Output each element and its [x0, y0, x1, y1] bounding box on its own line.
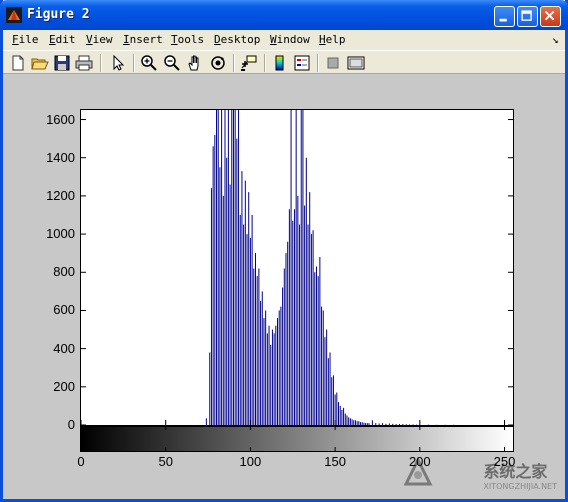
x-tick-label: 50 [158, 454, 173, 469]
colorbar-icon[interactable] [271, 54, 289, 72]
maximize-icon [521, 10, 532, 21]
legend-icon[interactable] [293, 54, 311, 72]
x-tick-label: 100 [239, 454, 262, 469]
data-cursor-icon[interactable] [240, 54, 258, 72]
dock-arrow-icon[interactable]: ↘ [552, 33, 559, 46]
close-button[interactable] [540, 6, 561, 27]
y-tick-label: 0 [67, 417, 75, 432]
y-tick-label: 200 [53, 378, 75, 394]
figure-canvas[interactable]: 系统之家 XITONGZHIJIA.NET 0 200 400 600 800 1000 1… [3, 74, 565, 499]
histogram-plot [80, 110, 513, 451]
print-icon[interactable] [75, 54, 93, 72]
menu-help[interactable]: Help [319, 33, 346, 46]
hide-plot-tools-icon[interactable] [324, 54, 342, 72]
menu-bar: File Edit View Insert Tools Desktop Wind… [3, 30, 565, 50]
toolbar-separator [133, 54, 135, 72]
y-tick-label: 600 [53, 302, 75, 318]
menu-tools[interactable]: Tools [171, 33, 204, 46]
toolbar-separator [317, 54, 319, 72]
toolbar-separator [264, 54, 266, 72]
maximize-button[interactable] [517, 6, 538, 27]
new-file-icon[interactable] [9, 54, 27, 72]
toolbar-separator [233, 54, 235, 72]
close-icon [544, 10, 555, 21]
y-tick-label: 1200 [46, 187, 75, 203]
pan-hand-icon[interactable] [186, 54, 204, 72]
menu-edit[interactable]: Edit [49, 33, 76, 46]
title-bar[interactable]: Figure 2 [0, 0, 568, 30]
matlab-logo-icon [6, 7, 22, 23]
menu-window[interactable]: Window [270, 33, 310, 46]
save-icon[interactable] [53, 54, 71, 72]
zoom-in-icon[interactable] [140, 54, 158, 72]
toolbar-separator [100, 54, 102, 72]
y-tick-label: 400 [53, 340, 75, 356]
rotate-3d-icon[interactable] [209, 54, 227, 72]
window-title: Figure 2 [27, 7, 90, 22]
x-tick-label: 250 [493, 454, 516, 469]
minimize-icon [499, 18, 507, 22]
minimize-button[interactable] [494, 6, 515, 27]
zoom-out-icon[interactable] [163, 54, 181, 72]
x-tick-label: 0 [77, 454, 85, 469]
menu-insert[interactable]: Insert [123, 33, 163, 46]
open-file-icon[interactable] [31, 54, 49, 72]
menu-view[interactable]: View [86, 33, 113, 46]
show-plot-tools-icon[interactable] [347, 54, 365, 72]
menu-desktop[interactable]: Desktop [214, 33, 260, 46]
y-tick-label: 1400 [46, 149, 75, 165]
y-tick-label: 1600 [46, 111, 75, 127]
y-tick-label: 1000 [46, 226, 75, 242]
x-tick-label: 150 [324, 454, 346, 469]
figure-window: Figure 2 File Edit View Insert Tools Des… [0, 0, 568, 502]
x-tick-label: 200 [408, 454, 431, 469]
select-arrow-icon[interactable] [109, 54, 127, 72]
menu-file[interactable]: File [12, 33, 39, 46]
y-tick-label: 800 [53, 264, 75, 280]
watermark-url: XITONGZHIJIA.NET [483, 482, 557, 491]
figure-toolbar [3, 50, 565, 74]
